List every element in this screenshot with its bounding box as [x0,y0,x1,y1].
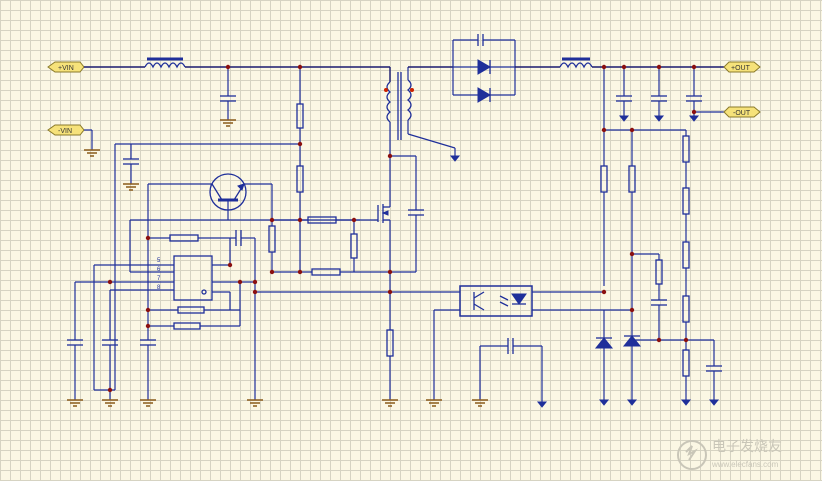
output-inductor [559,57,593,69]
flyback-schematic: +VIN -VIN 5 6 7 8 +OUT -OUT 电子发烧友 www.el… [47,34,782,470]
ground-symbol [84,149,100,157]
ic-pin-7: 7 [157,276,161,282]
flyback-transformer [384,67,456,156]
ground-symbol [247,399,263,407]
port-vin-neg-label: -VIN [58,128,72,135]
watermark-logo: 电子发烧友 www.elecfans.com [677,438,782,470]
resistor-r1 [296,103,304,129]
output-rectifier-diodes [452,34,516,103]
pwm-controller-ic: 5 6 7 8 [157,255,213,301]
port-vin-pos-label: +VIN [58,65,74,72]
vcc-capacitor [123,144,139,191]
mosfet-switch [374,204,390,223]
watermark-url: www.elecfans.com [711,460,779,469]
shunt-regulator-2 [622,335,642,406]
resistor-div2 [682,187,690,215]
input-capacitor [220,67,236,127]
ground-symbol [426,399,442,407]
resistor-div3 [682,241,690,269]
shunt-regulator-1 [594,310,614,406]
output-cap-2 [651,67,667,122]
ground-symbol [123,183,139,191]
resistor-fb1 [600,165,608,193]
resistor-r8 [311,268,341,276]
ground-arrow [449,155,461,162]
resistor-r2 [296,165,304,193]
port-out-neg-label: -OUT [733,110,751,117]
cap-left-3 [140,339,156,400]
cap-left-1 [67,282,83,400]
ground-symbol [102,399,118,407]
ic-pin-5: 5 [157,258,161,264]
port-vin-neg: -VIN [47,124,85,136]
input-inductor [144,57,186,69]
resistor-r6 [173,322,201,330]
ground-symbol [67,399,83,407]
port-out-pos-label: +OUT [731,65,751,72]
resistor-div1 [682,135,690,163]
resistor-fb2 [628,165,636,193]
resistor-r5 [177,306,205,314]
output-cap-1 [603,67,632,130]
ground-symbol [140,399,156,407]
resistor-div5 [682,349,690,377]
resistor-comp [655,259,663,285]
bjt-transistor [209,173,247,220]
port-vin-pos: +VIN [47,61,85,73]
y-capacitor [472,338,548,408]
resistor-div4 [682,295,690,323]
port-out-pos: +OUT [723,61,761,73]
ground-symbol [472,399,488,407]
optocoupler [459,285,533,317]
timing-capacitor [235,230,256,400]
resistor-r4 [169,234,199,242]
resistor-r9 [350,233,358,259]
ground-symbol [220,119,236,127]
resistor-r3 [268,225,276,253]
ground-symbol [382,399,398,407]
port-out-neg: -OUT [723,106,761,118]
resistor-sense [386,329,394,357]
watermark-title: 电子发烧友 [712,438,782,454]
